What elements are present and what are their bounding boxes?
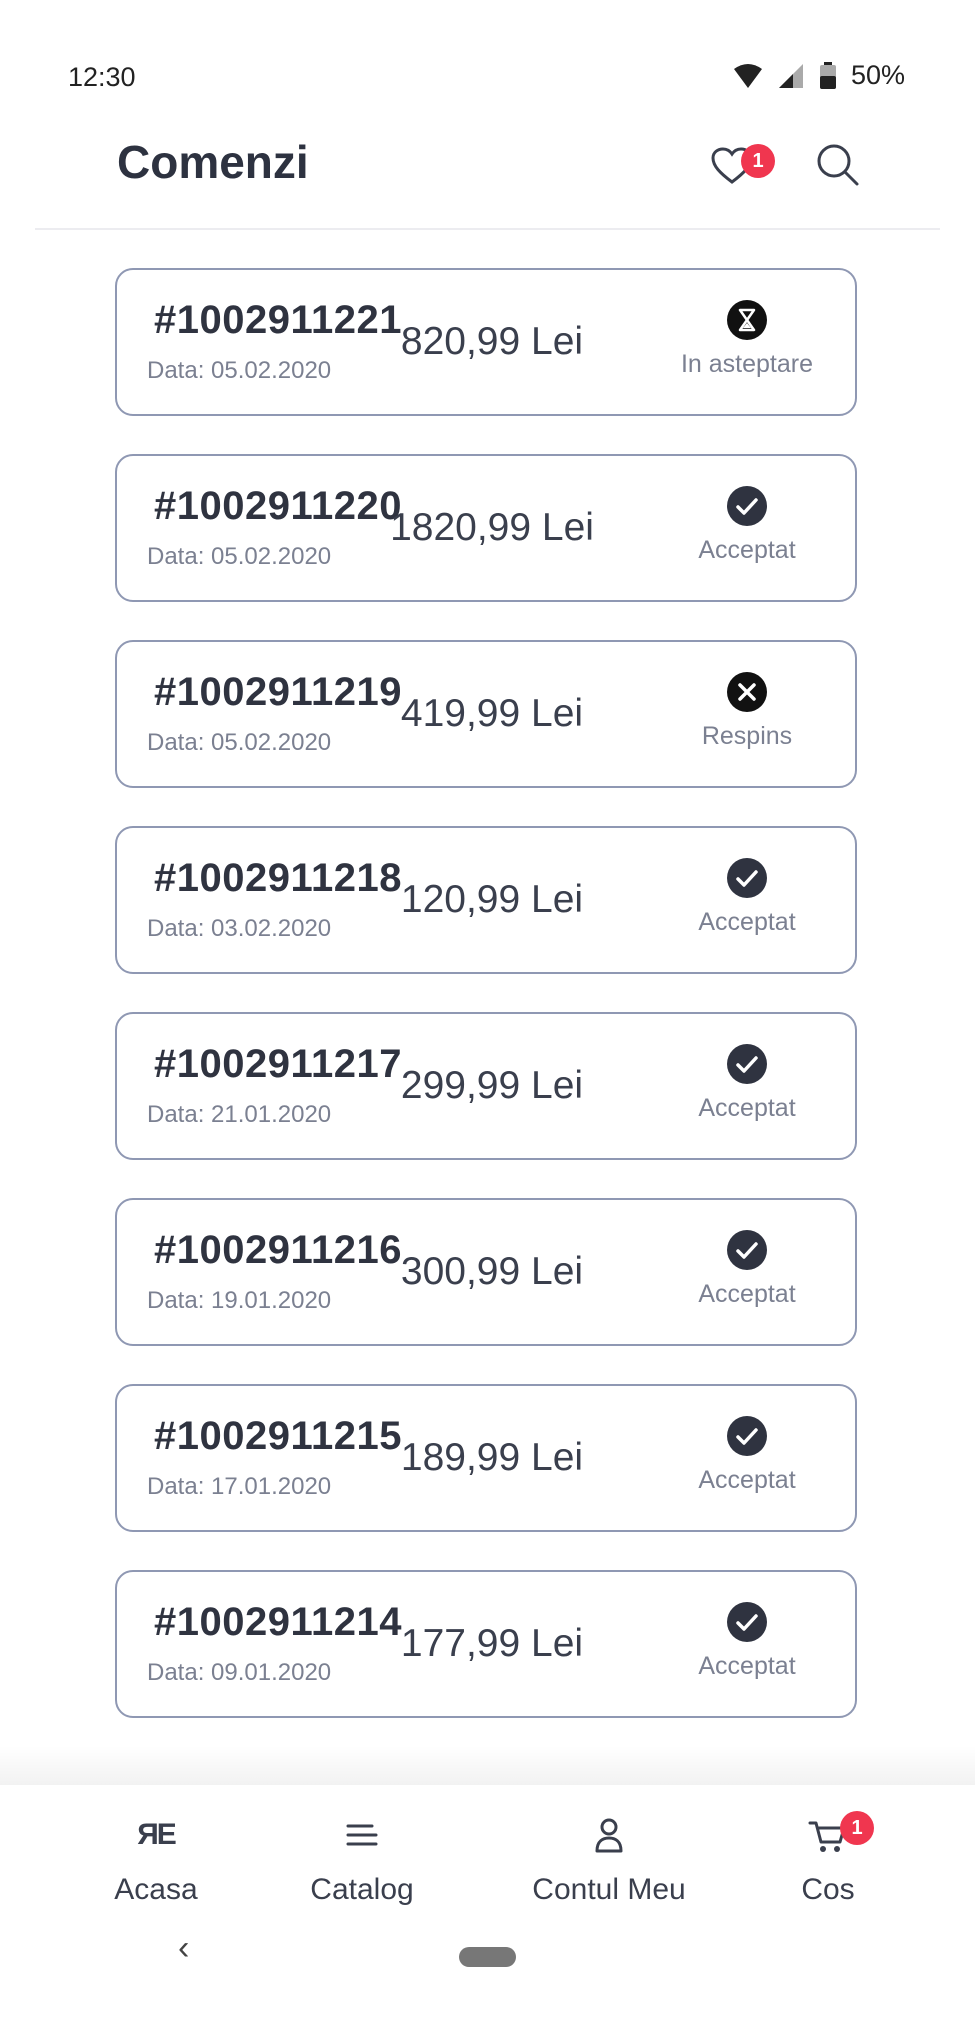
nav-label: Catalog [310,1873,414,1906]
order-status: Acceptat [657,486,837,565]
status-label: Acceptat [698,1280,796,1308]
status-label: In asteptare [680,350,814,378]
order-total: 300,99 Lei [400,1250,584,1293]
order-card[interactable]: #1002911220 Data: 05.02.2020 1820,99 Lei… [115,454,857,602]
hourglass-icon [727,300,767,340]
status-indicators: 50% [733,60,905,91]
order-date: Data: 05.02.2020 [147,543,332,570]
wifi-icon [733,63,762,88]
order-status: Acceptat [657,858,837,937]
order-total: 120,99 Lei [400,878,584,921]
order-card[interactable]: #1002911219 Data: 05.02.2020 419,99 Lei … [115,640,857,788]
bottom-nav-shadow [0,1745,975,1785]
user-icon [595,1818,623,1853]
nav-item-acasa[interactable]: ЯE Acasa [56,1815,256,1907]
order-date: Data: 05.02.2020 [147,729,332,756]
battery-percent: 50% [850,60,905,90]
nav-label: Contul Meu [532,1873,686,1906]
order-total: 1820,99 Lei [390,506,594,549]
app-header: Comenzi 1 [35,110,940,230]
check-icon [727,858,767,898]
close-icon [727,672,767,712]
order-total: 419,99 Lei [400,692,584,735]
status-label: Respins [701,722,793,750]
order-card[interactable]: #1002911216 Data: 19.01.2020 300,99 Lei … [115,1198,857,1346]
menu-icon [346,1824,378,1846]
order-status: In asteptare [657,300,837,379]
favorites-badge: 1 [741,144,775,178]
check-icon [727,1602,767,1642]
home-pill-button[interactable] [459,1947,516,1967]
order-total: 820,99 Lei [400,320,584,363]
signal-icon [778,63,803,88]
nav-item-catalog[interactable]: Catalog [262,1815,462,1907]
order-card[interactable]: #1002911214 Data: 09.01.2020 177,99 Lei … [115,1570,857,1718]
order-date: Data: 09.01.2020 [147,1659,332,1686]
check-icon [727,1230,767,1270]
search-icon[interactable] [815,142,861,188]
order-status: Acceptat [657,1602,837,1681]
nav-label: Acasa [114,1873,198,1906]
order-date: Data: 05.02.2020 [147,357,332,384]
order-date: Data: 21.01.2020 [147,1101,332,1128]
order-total: 189,99 Lei [400,1436,584,1479]
nav-item-contul-meu[interactable]: Contul Meu [509,1815,709,1907]
status-time: 12:30 [68,62,136,92]
order-card[interactable]: #1002911217 Data: 21.01.2020 299,99 Lei … [115,1012,857,1160]
order-total: 299,99 Lei [400,1064,584,1107]
check-icon [727,486,767,526]
system-nav-bar: ‹ [0,1915,975,2031]
nav-item-cos[interactable]: 1 Cos [728,1811,928,1907]
check-icon [727,1416,767,1456]
bottom-nav: ЯE Acasa Catalog Contul Meu 1 Cos [0,1785,975,1915]
status-label: Acceptat [698,1466,796,1494]
order-date: Data: 17.01.2020 [147,1473,332,1500]
cart-badge: 1 [840,1811,874,1845]
order-date: Data: 03.02.2020 [147,915,332,942]
check-icon [727,1044,767,1084]
status-label: Acceptat [698,536,796,564]
order-status: Respins [657,672,837,751]
order-status: Acceptat [657,1230,837,1309]
order-date: Data: 19.01.2020 [147,1287,332,1314]
status-label: Acceptat [698,1652,796,1680]
order-status: Acceptat [657,1044,837,1123]
battery-icon [819,61,836,89]
order-card[interactable]: #1002911221 Data: 05.02.2020 820,99 Lei … [115,268,857,416]
order-card[interactable]: #1002911218 Data: 03.02.2020 120,99 Lei … [115,826,857,974]
order-card[interactable]: #1002911215 Data: 17.01.2020 189,99 Lei … [115,1384,857,1532]
order-status: Acceptat [657,1416,837,1495]
nav-label: Cos [801,1873,855,1906]
page-title: Comenzi [117,136,309,188]
status-label: Acceptat [698,908,796,936]
order-total: 177,99 Lei [400,1622,584,1665]
back-button[interactable]: ‹ [178,1929,189,1968]
home-logo-icon: ЯE [137,1818,177,1851]
status-label: Acceptat [698,1094,796,1122]
